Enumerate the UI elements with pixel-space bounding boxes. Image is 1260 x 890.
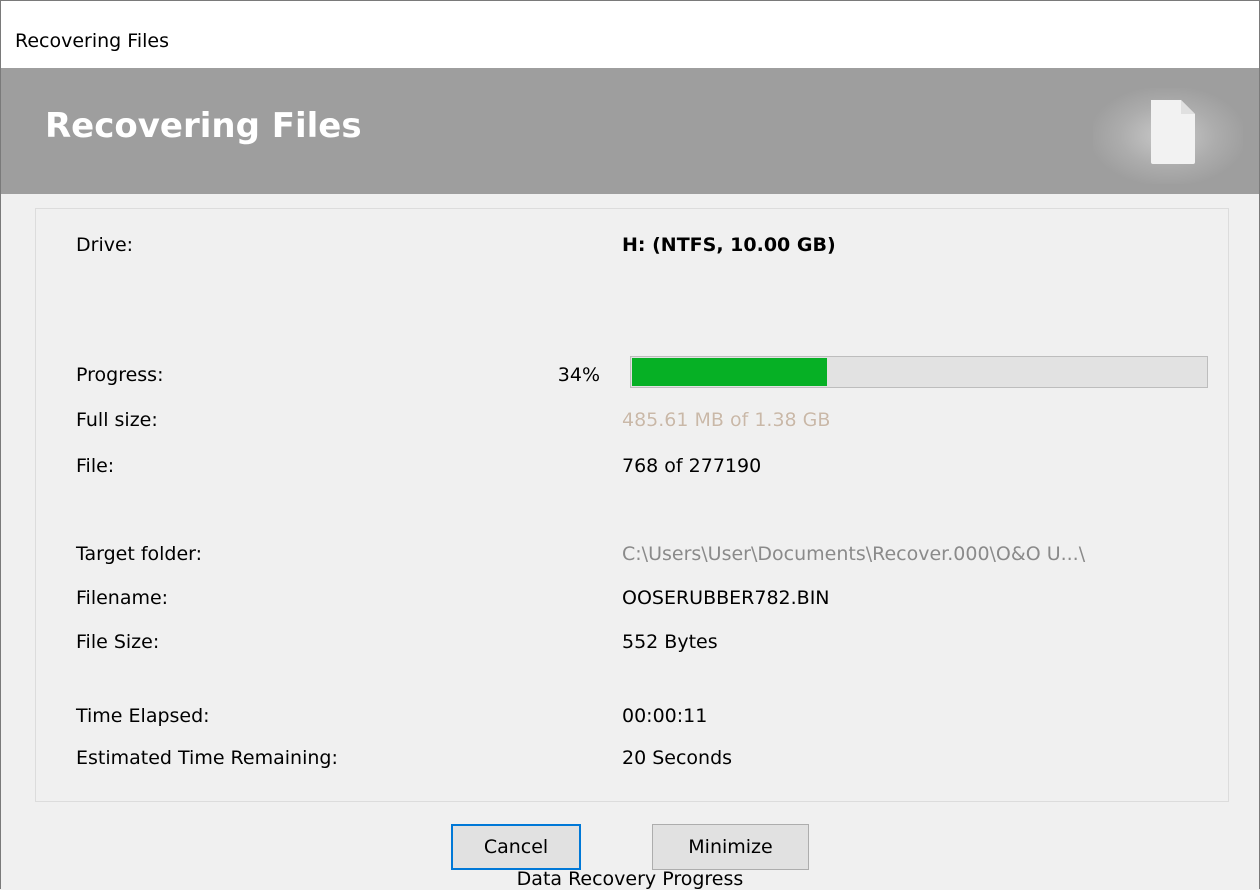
time-remaining-value: 20 Seconds [622,747,733,769]
file-size-value: 552 Bytes [622,631,718,653]
document-icon [1151,100,1195,164]
file-size-label: File Size: [76,631,160,653]
full-size-label: Full size: [76,409,158,431]
cancel-button[interactable]: Cancel [451,824,581,870]
title-bar: Recovering Files [1,1,1259,68]
banner-title: Recovering Files [45,106,362,146]
file-count-value: 768 of 277190 [622,455,762,477]
time-elapsed-value: 00:00:11 [622,705,708,727]
filename-value: OOSERUBBER782.BIN [622,587,830,609]
progress-bar-fill [632,358,827,386]
recovery-dialog: Recovering Files Recovering Files Drive:… [0,0,1260,889]
header-banner: Recovering Files [1,68,1259,194]
drive-label: Drive: [76,234,134,256]
target-folder-value: C:\Users\User\Documents\Recover.000\O&O … [622,543,1086,565]
caption: Data Recovery Progress [516,868,744,890]
window-title: Recovering Files [15,30,169,52]
target-folder-label: Target folder: [76,543,203,565]
minimize-button[interactable]: Minimize [652,824,809,870]
drive-value: H: (NTFS, 10.00 GB) [622,234,836,256]
filename-label: Filename: [76,587,169,609]
progress-bar [630,356,1208,388]
details-panel: Drive: H: (NTFS, 10.00 GB) Progress: 34%… [35,208,1229,802]
progress-percent: 34% [557,364,600,386]
progress-label: Progress: [76,364,164,386]
time-remaining-label: Estimated Time Remaining: [76,747,338,769]
file-label: File: [76,455,115,477]
time-elapsed-label: Time Elapsed: [76,705,210,727]
full-size-value: 485.61 MB of 1.38 GB [622,409,831,431]
